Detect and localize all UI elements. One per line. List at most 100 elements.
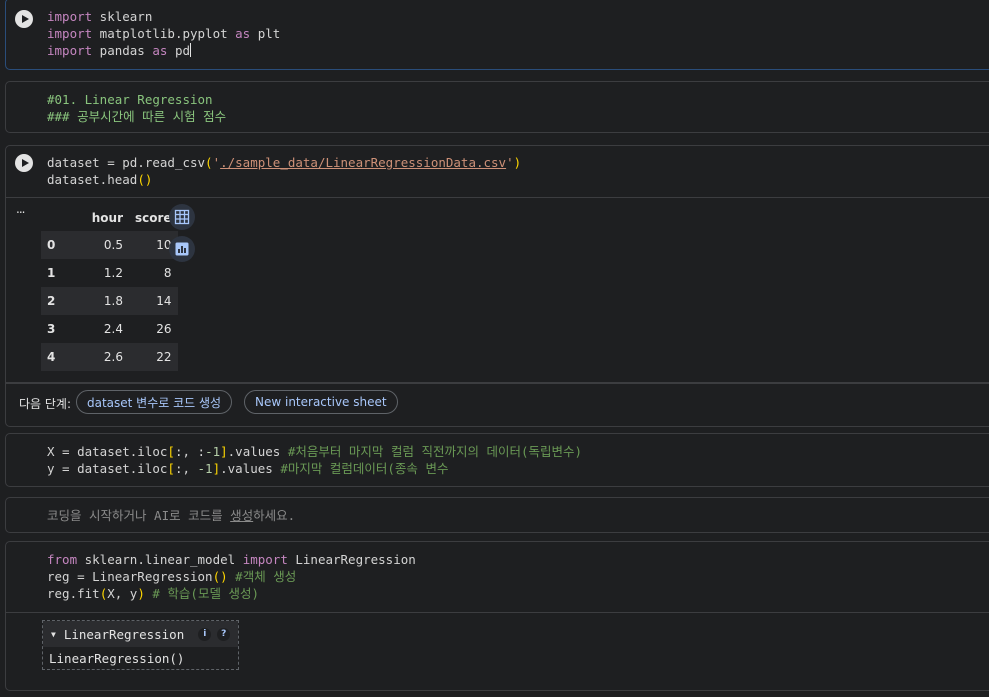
table-row: 4 2.6 22 — [41, 343, 178, 371]
output-menu-ellipsis[interactable]: ... — [16, 202, 26, 216]
code-token: LinearRegression — [287, 552, 416, 567]
code-token: :, : — [174, 444, 206, 459]
estimator-widget: ▼ LinearRegression i ? LinearRegression(… — [42, 620, 239, 670]
text-cursor — [190, 43, 192, 57]
row-index: 2 — [41, 287, 73, 315]
table-header-row: hour score — [41, 205, 178, 231]
bar-chart-icon[interactable] — [169, 236, 195, 262]
code-comment: #처음부터 마지막 컬럼 직전까지의 데이터(독립변수) — [287, 444, 583, 459]
code-token: ' — [212, 155, 221, 170]
code-cell-iloc[interactable]: X = dataset.iloc[:, :-1].values #처음부터 마지… — [5, 433, 989, 487]
next-steps-divider — [6, 382, 989, 384]
markdown-heading-line: ### 공부시간에 따른 시험 점수 — [47, 109, 227, 124]
table-icon[interactable] — [169, 204, 195, 230]
code-token: X, y — [107, 586, 138, 601]
code-editor[interactable]: X = dataset.iloc[:, :-1].values #처음부터 마지… — [47, 443, 582, 477]
row-index: 1 — [47, 266, 56, 280]
file-path-link[interactable]: ./sample_data/LinearRegressionData.csv — [220, 155, 506, 170]
code-token: ) — [137, 586, 145, 601]
table-cell: 1.2 — [103, 266, 123, 280]
empty-code-cell[interactable]: 코딩을 시작하거나 AI로 코드를 생성하세요. — [5, 497, 989, 533]
code-token: plt — [250, 26, 281, 41]
generate-code-chip[interactable]: dataset 변수로 코드 생성 — [76, 390, 233, 414]
code-editor[interactable]: import sklearn import matplotlib.pyplot … — [47, 8, 280, 59]
code-editor[interactable]: from sklearn.linear_model import LinearR… — [47, 551, 416, 602]
table-cell: 2.6 — [73, 343, 129, 371]
generate-link[interactable]: 생성 — [230, 508, 253, 523]
run-cell-button[interactable] — [15, 154, 33, 172]
code-token: import — [242, 552, 288, 567]
collapse-triangle-icon[interactable]: ▼ — [51, 630, 56, 639]
info-icon[interactable]: i — [198, 627, 212, 641]
code-token: [ — [167, 444, 175, 459]
row-index: 0 — [41, 231, 73, 259]
code-token: () — [137, 172, 153, 187]
code-token: ' — [506, 155, 514, 170]
code-comment: # 학습(모델 생성) — [144, 586, 260, 601]
bar-chart-icon-glyph — [175, 242, 189, 256]
code-token: reg = LinearRegression — [47, 569, 213, 584]
run-cell-button[interactable] — [15, 10, 33, 28]
table-cell: 26 — [156, 322, 172, 336]
markdown-cell[interactable]: #01. Linear Regression ### 공부시간에 따른 시험 점… — [5, 81, 989, 133]
code-token: sklearn — [92, 9, 153, 24]
code-token: .values — [227, 444, 288, 459]
output-divider — [6, 612, 989, 613]
code-token: ] — [220, 444, 228, 459]
table-row: 1 1.2 8 — [41, 259, 178, 287]
help-icon[interactable]: ? — [217, 627, 231, 641]
placeholder-text: 하세요. — [253, 508, 296, 523]
code-token: ( — [205, 155, 213, 170]
table-row: 2 1.8 14 — [41, 287, 178, 315]
code-token: import — [47, 9, 93, 24]
estimator-repr: LinearRegression() — [49, 650, 185, 666]
markdown-heading-line: #01. Linear Regression — [47, 92, 213, 107]
next-steps-label: 다음 단계: — [19, 397, 72, 411]
code-comment: #객체 생성 — [227, 569, 297, 584]
code-token: () — [212, 569, 228, 584]
code-token: -1 — [205, 444, 221, 459]
code-token: as — [152, 43, 168, 58]
code-token: pd — [167, 43, 191, 58]
code-token: reg.fit — [47, 586, 100, 601]
dataframe-table: hour score 0 0.5 10 1 1.2 8 2 1.8 14 3 2… — [41, 205, 178, 371]
code-token: pandas — [92, 43, 153, 58]
row-index: 3 — [47, 322, 56, 336]
code-token: [ — [167, 461, 175, 476]
code-token: :, — [174, 461, 198, 476]
code-token: -1 — [197, 461, 213, 476]
code-token: ) — [513, 155, 522, 170]
row-index: 4 — [41, 343, 73, 371]
markdown-editor[interactable]: #01. Linear Regression ### 공부시간에 따른 시험 점… — [47, 91, 226, 125]
table-cell: 14 — [129, 287, 178, 315]
code-token: X = dataset.iloc — [47, 444, 168, 459]
table-cell: 1.8 — [73, 287, 129, 315]
code-token: from — [47, 552, 78, 567]
code-editor[interactable]: dataset = pd.read_csv('./sample_data/Lin… — [47, 154, 521, 188]
code-token: y = dataset.iloc — [47, 461, 168, 476]
code-token: ] — [212, 461, 221, 476]
code-token: matplotlib.pyplot — [92, 26, 236, 41]
cell-placeholder: 코딩을 시작하거나 AI로 코드를 생성하세요. — [47, 507, 295, 524]
code-token: as — [235, 26, 251, 41]
code-comment: #마지막 컬럼데이터(종속 변수 — [280, 461, 449, 476]
code-token: sklearn.linear_model — [77, 552, 243, 567]
table-cell: 22 — [129, 343, 178, 371]
placeholder-text: 코딩을 시작하거나 AI로 코드를 — [47, 508, 231, 523]
estimator-widget-header[interactable]: ▼ LinearRegression i ? — [43, 621, 238, 647]
table-cell: 8 — [163, 266, 172, 280]
code-cell-imports[interactable]: import sklearn import matplotlib.pyplot … — [5, 0, 989, 70]
code-token: import — [47, 26, 93, 41]
index-header — [41, 205, 73, 231]
table-cell: 2.4 — [103, 322, 123, 336]
table-row: 0 0.5 10 — [41, 231, 178, 259]
column-header-hour[interactable]: hour — [73, 205, 129, 231]
code-token: import — [47, 43, 93, 58]
table-cell: 0.5 — [73, 231, 129, 259]
estimator-title: LinearRegression — [63, 626, 185, 642]
output-divider — [6, 197, 989, 198]
code-token: dataset = pd.read_csv — [47, 155, 206, 170]
new-interactive-sheet-chip[interactable]: New interactive sheet — [244, 390, 398, 414]
table-row: 3 2.4 26 — [41, 315, 178, 343]
code-token: dataset.head — [47, 172, 138, 187]
